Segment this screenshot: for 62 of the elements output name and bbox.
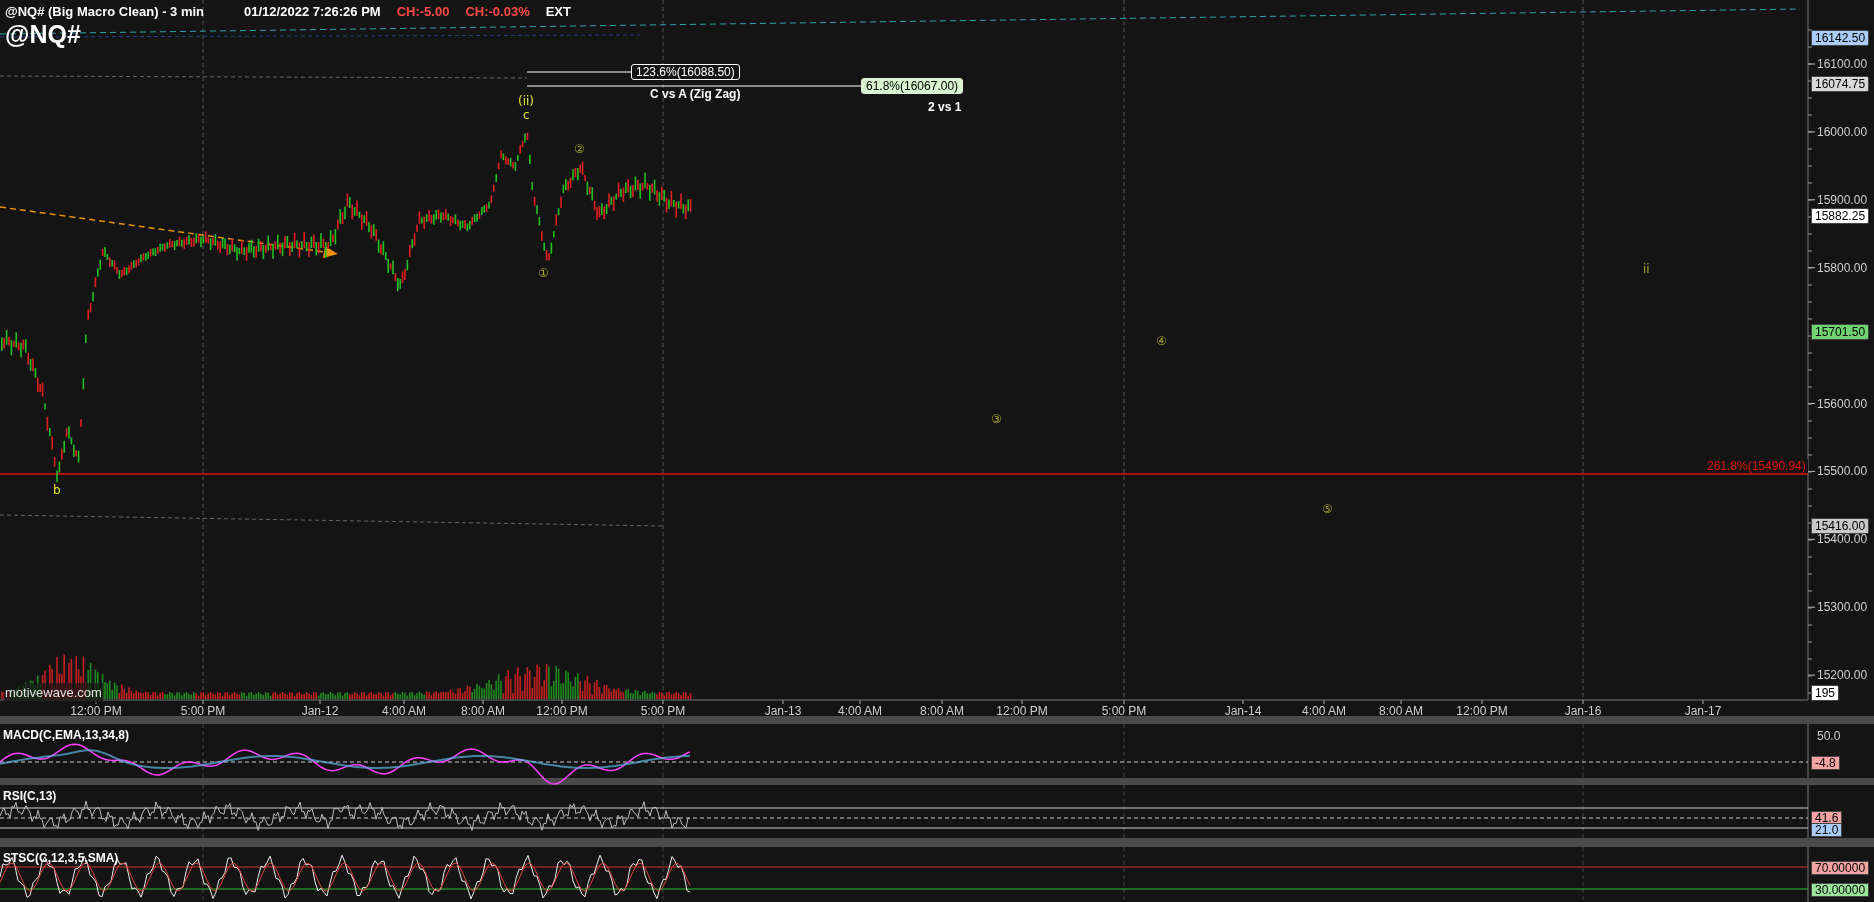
indicator-marker: 30.00000 xyxy=(1811,883,1870,897)
indicator-tick-label: 50.0 xyxy=(1817,729,1841,743)
indicator-marker: 70.00000 xyxy=(1811,861,1870,875)
time-axis-label: Jan-14 xyxy=(1224,703,1262,720)
indicator-marker: -4.8 xyxy=(1811,756,1840,770)
time-axis-label: 12:00 PM xyxy=(1456,703,1508,720)
price-marker: 195 xyxy=(1811,685,1840,701)
wave-label: b xyxy=(53,483,61,497)
indicator-marker: 21.0 xyxy=(1811,823,1843,837)
indicator-title: MACD(C,EMA,13,34,8) xyxy=(3,727,130,744)
percent-change: CH:-0.03% xyxy=(465,3,530,21)
time-axis-label: 12:00 PM xyxy=(996,703,1048,720)
price-tick-label: 15900.00 xyxy=(1817,192,1868,207)
wave-label: ④ xyxy=(1156,334,1167,348)
price-tick-label: 15600.00 xyxy=(1817,396,1868,411)
wave-label: ② xyxy=(574,142,585,156)
time-axis-label: 4:00 AM xyxy=(1302,703,1346,720)
price-marker: 16142.50 xyxy=(1811,30,1870,46)
time-axis-label: 12:00 PM xyxy=(70,703,122,720)
fibonacci-label: 61.8%(16067.00) xyxy=(861,78,964,94)
fibonacci-level-label: 261.8%(15490.94) xyxy=(1705,459,1808,473)
fibonacci-label: 123.6%(16088.50) xyxy=(631,64,740,80)
fibonacci-caption: C vs A (Zig Zag) xyxy=(650,86,741,103)
price-tick-label: 15500.00 xyxy=(1817,464,1868,479)
time-axis-label: Jan-16 xyxy=(1564,703,1602,720)
time-axis-label: 4:00 AM xyxy=(382,703,426,720)
time-axis-label: 4:00 AM xyxy=(838,703,882,720)
time-axis-label: 12:00 PM xyxy=(536,703,588,720)
watermark-label: motivewave.com xyxy=(4,683,103,703)
price-marker: 15416.00 xyxy=(1811,518,1870,534)
chart-title: @NQ# (Big Macro Clean) - 3 min xyxy=(5,3,205,21)
time-axis-label: 8:00 AM xyxy=(920,703,964,720)
time-axis-label: 8:00 AM xyxy=(1379,703,1423,720)
fibonacci-caption: 2 vs 1 xyxy=(928,99,962,116)
price-marker: 15882.25 xyxy=(1811,208,1870,224)
time-axis-label: Jan-13 xyxy=(764,703,802,720)
price-tick-label: 15300.00 xyxy=(1817,600,1868,615)
wave-label: c xyxy=(523,108,530,122)
chart-datetime: 01/12/2022 7:26:26 PM xyxy=(244,3,381,21)
price-marker: 16074.75 xyxy=(1811,76,1870,92)
time-axis-label: 5:00 PM xyxy=(640,703,686,720)
time-axis-label: 5:00 PM xyxy=(180,703,226,720)
wave-label: ⑤ xyxy=(1322,502,1333,516)
price-tick-label: 16000.00 xyxy=(1817,124,1868,139)
price-tick-label: 15800.00 xyxy=(1817,260,1868,275)
time-axis-label: Jan-17 xyxy=(1684,703,1722,720)
symbol-label: @NQ# xyxy=(5,19,81,50)
time-axis-label: 5:00 PM xyxy=(1101,703,1147,720)
wave-label: (ii) xyxy=(518,94,535,108)
time-axis-label: 8:00 AM xyxy=(461,703,505,720)
wave-label: ii xyxy=(1643,262,1650,276)
indicator-title: STSC(C,12,3,5,SMA) xyxy=(3,850,119,867)
price-tick-label: 16100.00 xyxy=(1817,57,1868,71)
price-marker: 15701.50 xyxy=(1811,324,1870,340)
wave-label: ③ xyxy=(991,412,1002,426)
price-tick-label: 15200.00 xyxy=(1817,668,1868,683)
wave-label: ① xyxy=(538,266,549,280)
price-tick-label: 15400.00 xyxy=(1817,532,1868,547)
session-label: EXT xyxy=(545,3,571,21)
price-change: CH:-5.00 xyxy=(396,3,450,21)
indicator-title: RSI(C,13) xyxy=(3,788,57,805)
time-axis-label: Jan-12 xyxy=(301,703,339,720)
